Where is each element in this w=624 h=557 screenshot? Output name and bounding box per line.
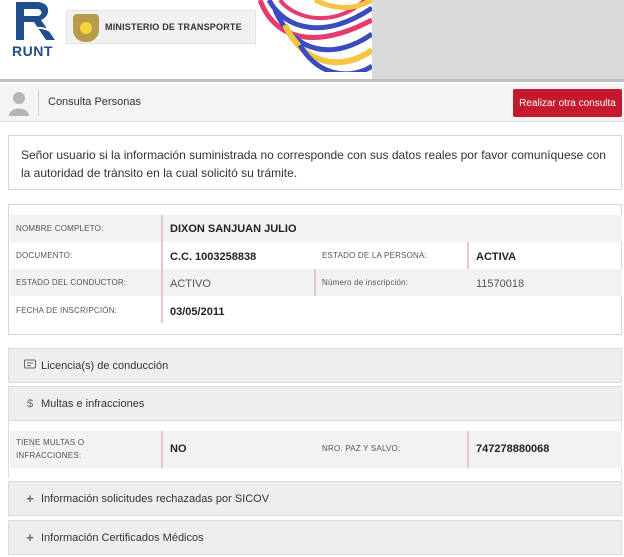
full-name-label: NOMBRE COMPLETO: bbox=[16, 224, 104, 233]
ministry-logo: MINISTERIO DE TRANSPORTE bbox=[66, 10, 256, 44]
id-card-icon bbox=[23, 359, 37, 373]
ministry-name: MINISTERIO DE TRANSPORTE bbox=[105, 22, 242, 32]
accordion-medical[interactable]: + Información Certificados Médicos bbox=[8, 520, 622, 555]
field-separator bbox=[161, 242, 163, 269]
full-name-value: DIXON SANJUAN JULIO bbox=[170, 223, 297, 235]
field-separator bbox=[161, 431, 163, 468]
driver-status-value: ACTIVO bbox=[170, 278, 211, 290]
notice-message: Señor usuario si la información suminist… bbox=[8, 135, 622, 190]
info-row-driver: ESTADO DEL CONDUCTOR: ACTIVO Número de i… bbox=[10, 269, 622, 296]
accordion-sicov[interactable]: + Información solicitudes rechazadas por… bbox=[8, 481, 622, 516]
field-separator bbox=[314, 269, 316, 296]
accordion-medical-label: Información Certificados Médicos bbox=[41, 532, 204, 544]
field-separator bbox=[467, 431, 469, 468]
coat-of-arms-icon bbox=[73, 14, 99, 42]
title-separator bbox=[38, 90, 39, 116]
accordion-licenses-label: Licencia(s) de conducción bbox=[41, 360, 169, 372]
document-value: C.C. 1003258838 bbox=[170, 251, 257, 263]
accordion-licenses[interactable]: Licencia(s) de conducción bbox=[8, 348, 622, 383]
user-icon bbox=[9, 92, 29, 116]
has-fines-label: TIENE MULTAS O bbox=[16, 438, 85, 447]
info-row-document: DOCUMENTO: C.C. 1003258838 ESTADO DE LA … bbox=[10, 242, 622, 269]
accordion-fines[interactable]: $ Multas e infracciones bbox=[8, 386, 622, 421]
person-info-panel: NOMBRE COMPLETO: DIXON SANJUAN JULIO DOC… bbox=[8, 204, 622, 335]
fines-row: TIENE MULTAS O INFRACCIONES: NO NRO. PAZ… bbox=[10, 431, 622, 468]
info-row-name: NOMBRE COMPLETO: DIXON SANJUAN JULIO bbox=[10, 215, 622, 242]
header-gray-area bbox=[372, 0, 624, 80]
paz-salvo-value: 747278880068 bbox=[476, 443, 550, 455]
info-row-date: FECHA DE INSCRIPCIÓN: 03/05/2011 bbox=[10, 296, 622, 323]
dollar-icon: $ bbox=[26, 398, 34, 410]
registration-number-value: 11570018 bbox=[476, 278, 525, 290]
field-separator bbox=[161, 269, 163, 296]
site-header: RUNT MINISTERIO DE TRANSPORTE bbox=[0, 0, 624, 80]
person-status-value: ACTIVA bbox=[476, 251, 517, 263]
fines-panel: TIENE MULTAS O INFRACCIONES: NO NRO. PAZ… bbox=[8, 421, 622, 478]
has-fines-value: NO bbox=[170, 443, 187, 455]
has-fines-label-line2: INFRACCIONES: bbox=[16, 451, 82, 460]
field-separator bbox=[161, 296, 163, 323]
header-divider bbox=[0, 79, 624, 82]
driver-status-label: ESTADO DEL CONDUCTOR: bbox=[16, 278, 127, 287]
plus-icon: + bbox=[26, 530, 34, 545]
accordion-fines-label: Multas e infracciones bbox=[41, 398, 145, 410]
page-title: Consulta Personas bbox=[48, 96, 141, 108]
field-separator bbox=[467, 242, 469, 269]
person-status-label: ESTADO DE LA PERSONA: bbox=[322, 251, 427, 260]
registration-date-label: FECHA DE INSCRIPCIÓN: bbox=[16, 306, 118, 315]
plus-icon: + bbox=[26, 491, 34, 506]
decorative-waves bbox=[255, 0, 372, 72]
accordion-sicov-label: Información solicitudes rechazadas por S… bbox=[41, 493, 270, 505]
paz-salvo-label: NRO. PAZ Y SALVO: bbox=[322, 444, 401, 453]
registration-date-value: 03/05/2011 bbox=[170, 306, 225, 318]
document-label: DOCUMENTO: bbox=[16, 251, 73, 260]
registration-number-label: Número de inscripción: bbox=[322, 278, 409, 287]
new-query-button[interactable]: Realizar otra consulta bbox=[513, 89, 622, 117]
runt-logo-text: RUNT bbox=[12, 43, 53, 59]
field-separator bbox=[161, 215, 163, 242]
